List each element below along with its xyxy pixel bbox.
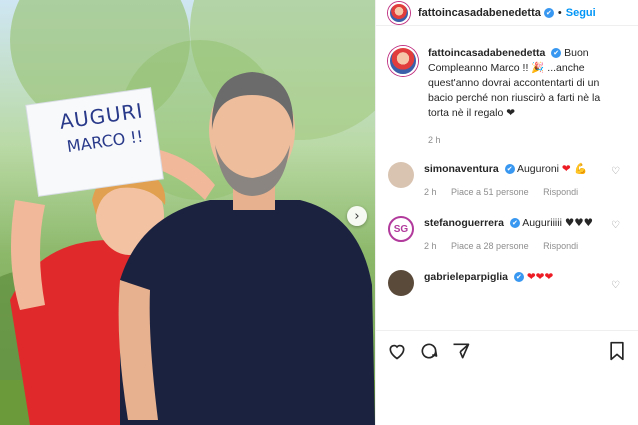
like-comment-icon[interactable]: ♡ <box>611 220 620 231</box>
comment-username[interactable]: gabrieleparpiglia <box>424 271 508 283</box>
action-bar <box>376 330 638 370</box>
comment-emoji: ❤❤❤ <box>526 271 554 283</box>
verified-badge-icon: ✔ <box>551 48 562 59</box>
comment-item: simonaventura ✔ Auguroni ❤ 💪 2 h Piace a… <box>376 162 638 200</box>
comment-icon[interactable] <box>418 340 440 362</box>
comment-item: gabrieleparpiglia ✔ ❤❤❤ ♡ <box>376 270 638 296</box>
commenter-avatar[interactable] <box>388 270 414 296</box>
comment-likes[interactable]: Piace a 51 persone <box>451 187 529 197</box>
comment-username[interactable]: stefanoguerrera <box>424 217 504 229</box>
like-comment-icon[interactable]: ♡ <box>611 166 620 177</box>
post-header: fattoincasadabenedetta ✔ • Segui <box>376 0 638 26</box>
caption: fattoincasadabenedetta ✔ Buon Compleanno… <box>376 46 638 148</box>
verified-badge-icon: ✔ <box>504 164 515 175</box>
comment-text: Auguriiiii <box>522 217 562 229</box>
next-photo-button[interactable]: › <box>347 206 367 226</box>
reply-button[interactable]: Rispondi <box>543 187 578 197</box>
commenter-avatar[interactable]: SG <box>388 216 414 242</box>
comment-emoji: ♥♥♥ <box>564 217 594 229</box>
comment-time: 2 h <box>424 241 437 251</box>
caption-avatar[interactable] <box>388 46 418 76</box>
separator-dot: • <box>557 6 562 19</box>
post-photo[interactable]: AUGURI MARCO !! › <box>0 0 375 425</box>
commenter-avatar[interactable] <box>388 162 414 188</box>
comment-item: SG stefanoguerrera ✔ Auguriiiii ♥♥♥ 2 h … <box>376 216 638 254</box>
heart-icon[interactable] <box>386 340 408 362</box>
verified-badge-icon: ✔ <box>509 218 520 229</box>
caption-username[interactable]: fattoincasadabenedetta <box>428 47 545 59</box>
verified-badge-icon: ✔ <box>513 272 524 283</box>
bookmark-icon[interactable] <box>606 340 628 362</box>
comment-text: Auguroni <box>516 163 559 175</box>
comment-emoji: ❤ 💪 <box>561 163 588 175</box>
caption-time: 2 h <box>428 135 441 145</box>
reply-button[interactable]: Rispondi <box>543 241 578 251</box>
comments-list: fattoincasadabenedetta ✔ Buon Compleanno… <box>376 46 638 296</box>
author-username[interactable]: fattoincasadabenedetta <box>418 7 541 19</box>
comment-time: 2 h <box>424 187 437 197</box>
follow-button[interactable]: Segui <box>566 7 596 19</box>
comment-username[interactable]: simonaventura <box>424 163 499 175</box>
verified-badge-icon: ✔ <box>543 7 554 18</box>
like-comment-icon[interactable]: ♡ <box>611 280 620 291</box>
share-icon[interactable] <box>450 340 472 362</box>
comment-likes[interactable]: Piace a 28 persone <box>451 241 529 251</box>
post-side-panel: fattoincasadabenedetta ✔ • Segui fattoin… <box>375 0 638 425</box>
photo-illustration <box>0 0 375 425</box>
author-avatar[interactable] <box>388 1 410 24</box>
